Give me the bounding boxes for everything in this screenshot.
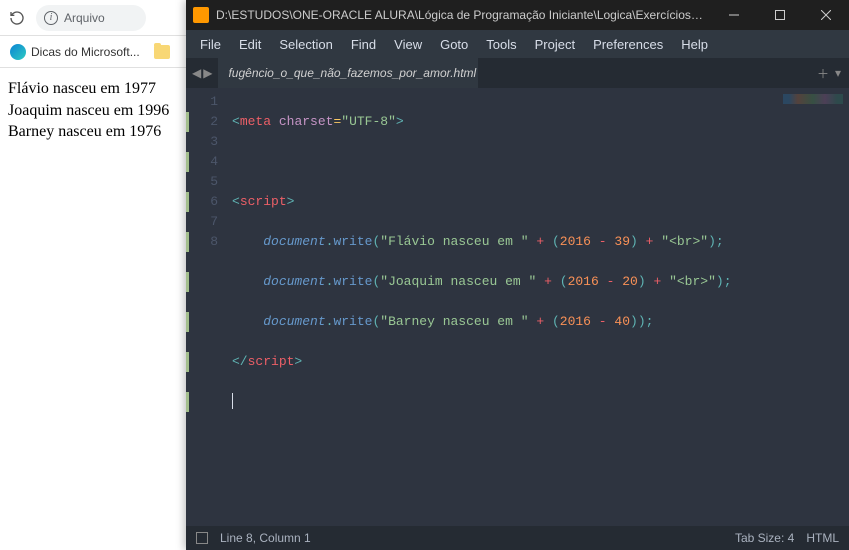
- edge-icon: [10, 44, 26, 60]
- status-position[interactable]: Line 8, Column 1: [220, 531, 311, 545]
- site-info-icon[interactable]: i: [44, 11, 58, 25]
- minimap[interactable]: [783, 94, 843, 104]
- panel-switcher-icon[interactable]: [196, 532, 208, 544]
- gutter: 1 2 3 4 5 6 7 8: [186, 88, 228, 526]
- status-tab-size[interactable]: Tab Size: 4: [735, 531, 794, 545]
- new-tab-icon[interactable]: ＋: [817, 65, 829, 82]
- folder-icon: [154, 45, 170, 59]
- menu-tools[interactable]: Tools: [478, 33, 524, 56]
- app-icon: [186, 7, 216, 23]
- tab-label: fugêncio_o_que_não_fazemos_por_amor.html: [228, 66, 476, 80]
- bookmark-folder[interactable]: [154, 45, 170, 59]
- menu-preferences[interactable]: Preferences: [585, 33, 671, 56]
- titlebar[interactable]: D:\ESTUDOS\ONE-ORACLE ALURA\Lógica de Pr…: [186, 0, 849, 30]
- window-title: D:\ESTUDOS\ONE-ORACLE ALURA\Lógica de Pr…: [216, 8, 711, 22]
- code-area[interactable]: <meta charset="UTF-8"> <script> document…: [228, 88, 849, 526]
- status-bar: Line 8, Column 1 Tab Size: 4 HTML: [186, 526, 849, 550]
- menu-find[interactable]: Find: [343, 33, 384, 56]
- editor[interactable]: 1 2 3 4 5 6 7 8 <meta charset="UTF-8"> <…: [186, 88, 849, 526]
- tab-back-icon[interactable]: ◀: [192, 66, 201, 80]
- file-tab[interactable]: fugêncio_o_que_não_fazemos_por_amor.html…: [218, 58, 478, 88]
- tab-forward-icon[interactable]: ▶: [203, 66, 212, 80]
- bookmark-label: Dicas do Microsoft...: [31, 45, 140, 59]
- tab-bar: ◀ ▶ fugêncio_o_que_não_fazemos_por_amor.…: [186, 58, 849, 88]
- menu-edit[interactable]: Edit: [231, 33, 269, 56]
- bookmark-dicas[interactable]: Dicas do Microsoft...: [10, 44, 140, 60]
- menu-bar: File Edit Selection Find View Goto Tools…: [186, 30, 849, 58]
- maximize-button[interactable]: [757, 0, 803, 30]
- menu-selection[interactable]: Selection: [271, 33, 340, 56]
- address-text: Arquivo: [64, 11, 105, 25]
- address-bar[interactable]: i Arquivo: [36, 5, 146, 31]
- menu-project[interactable]: Project: [527, 33, 583, 56]
- status-syntax[interactable]: HTML: [806, 531, 839, 545]
- tab-dropdown-icon[interactable]: ▾: [835, 66, 841, 80]
- menu-file[interactable]: File: [192, 33, 229, 56]
- close-button[interactable]: [803, 0, 849, 30]
- menu-help[interactable]: Help: [673, 33, 716, 56]
- minimize-button[interactable]: [711, 0, 757, 30]
- sublime-window: D:\ESTUDOS\ONE-ORACLE ALURA\Lógica de Pr…: [186, 0, 849, 550]
- text-cursor: [232, 393, 233, 409]
- menu-view[interactable]: View: [386, 33, 430, 56]
- menu-goto[interactable]: Goto: [432, 33, 476, 56]
- refresh-icon[interactable]: [8, 9, 26, 27]
